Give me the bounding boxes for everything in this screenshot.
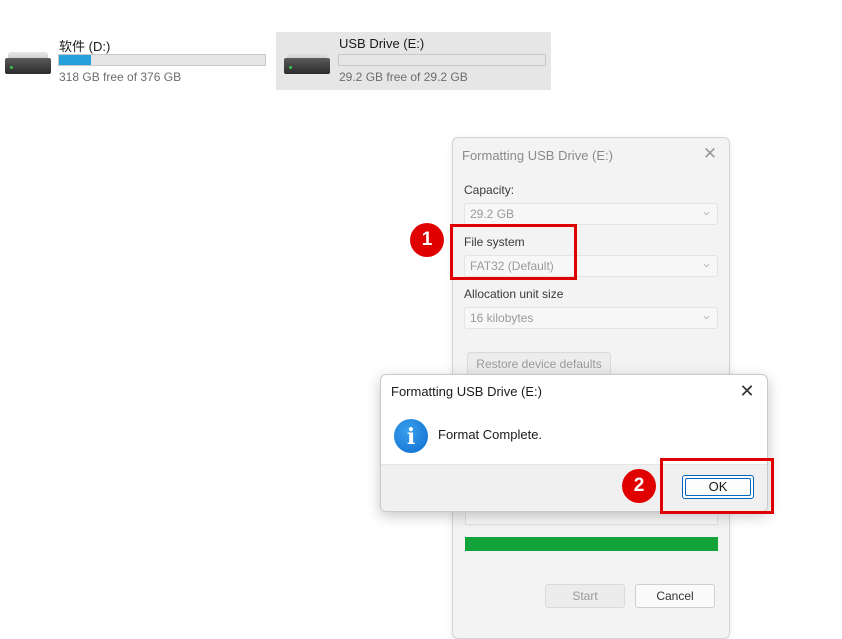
info-icon: i [394,419,428,453]
chevron-down-icon [703,211,710,216]
highlight-ok-button [660,458,774,514]
format-progress-fill [465,537,718,551]
message-text: Format Complete. [438,427,543,442]
capacity-select[interactable]: 29.2 GB [464,203,718,225]
drive-usage-bar [338,54,546,66]
hard-drive-icon [5,52,51,74]
capacity-value: 29.2 GB [470,207,515,221]
drive-free-space: 318 GB free of 376 GB [59,70,182,84]
message-box-title: Formatting USB Drive (E:) [391,384,542,399]
drive-usage-bar [58,54,266,66]
step-marker-2: 2 [622,469,656,503]
format-dialog-title: Formatting USB Drive (E:) [462,148,613,163]
start-button[interactable]: Start [545,584,625,608]
allocation-value: 16 kilobytes [470,311,534,325]
drive-usage-fill [59,55,91,65]
drive-free-space: 29.2 GB free of 29.2 GB [339,70,468,84]
step-marker-1: 1 [410,223,444,257]
drive-item-e[interactable]: USB Drive (E:) 29.2 GB free of 29.2 GB [276,32,551,90]
allocation-select[interactable]: 16 kilobytes [464,307,718,329]
close-icon[interactable]: ✕ [735,380,759,402]
drive-name: USB Drive (E:) [339,36,425,51]
format-progress-track [465,537,718,551]
capacity-label: Capacity: [464,183,515,197]
volume-label-input[interactable] [465,513,718,525]
restore-defaults-button[interactable]: Restore device defaults [467,352,611,376]
highlight-file-system [450,224,577,280]
drive-item-d[interactable]: 软件 (D:) 318 GB free of 376 GB [0,32,272,90]
close-icon[interactable]: ✕ [699,144,721,164]
chevron-down-icon [703,315,710,320]
allocation-label: Allocation unit size [464,287,564,301]
drive-name: 软件 (D:) [59,39,111,54]
chevron-down-icon [703,263,710,268]
cancel-button[interactable]: Cancel [635,584,715,608]
hard-drive-icon [284,52,330,74]
